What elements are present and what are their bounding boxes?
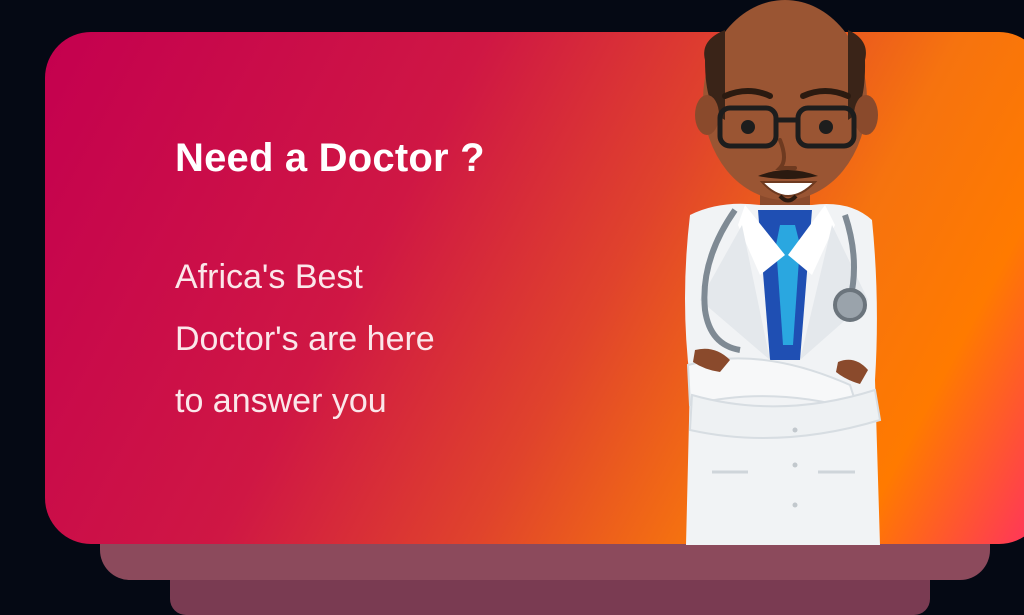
stethoscope-chestpiece — [833, 288, 867, 322]
subtitle-line-1: Africa's Best — [175, 258, 363, 296]
banner-subtitle: Africa's Best Doctor's are here to answe… — [175, 246, 435, 432]
coat-button-2 — [792, 462, 798, 468]
doctor-illustration-icon — [685, 0, 882, 545]
doctor-ear-right — [854, 95, 878, 135]
subtitle-line-3: to answer you — [175, 382, 387, 420]
doctor-ear-left — [695, 95, 719, 135]
eye-right — [819, 120, 833, 134]
banner-title: Need a Doctor ? — [175, 136, 485, 180]
coat-button-3 — [792, 502, 798, 508]
subtitle-line-2: Doctor's are here — [175, 320, 435, 358]
eye-left — [741, 120, 755, 134]
coat-button-1 — [792, 427, 798, 433]
